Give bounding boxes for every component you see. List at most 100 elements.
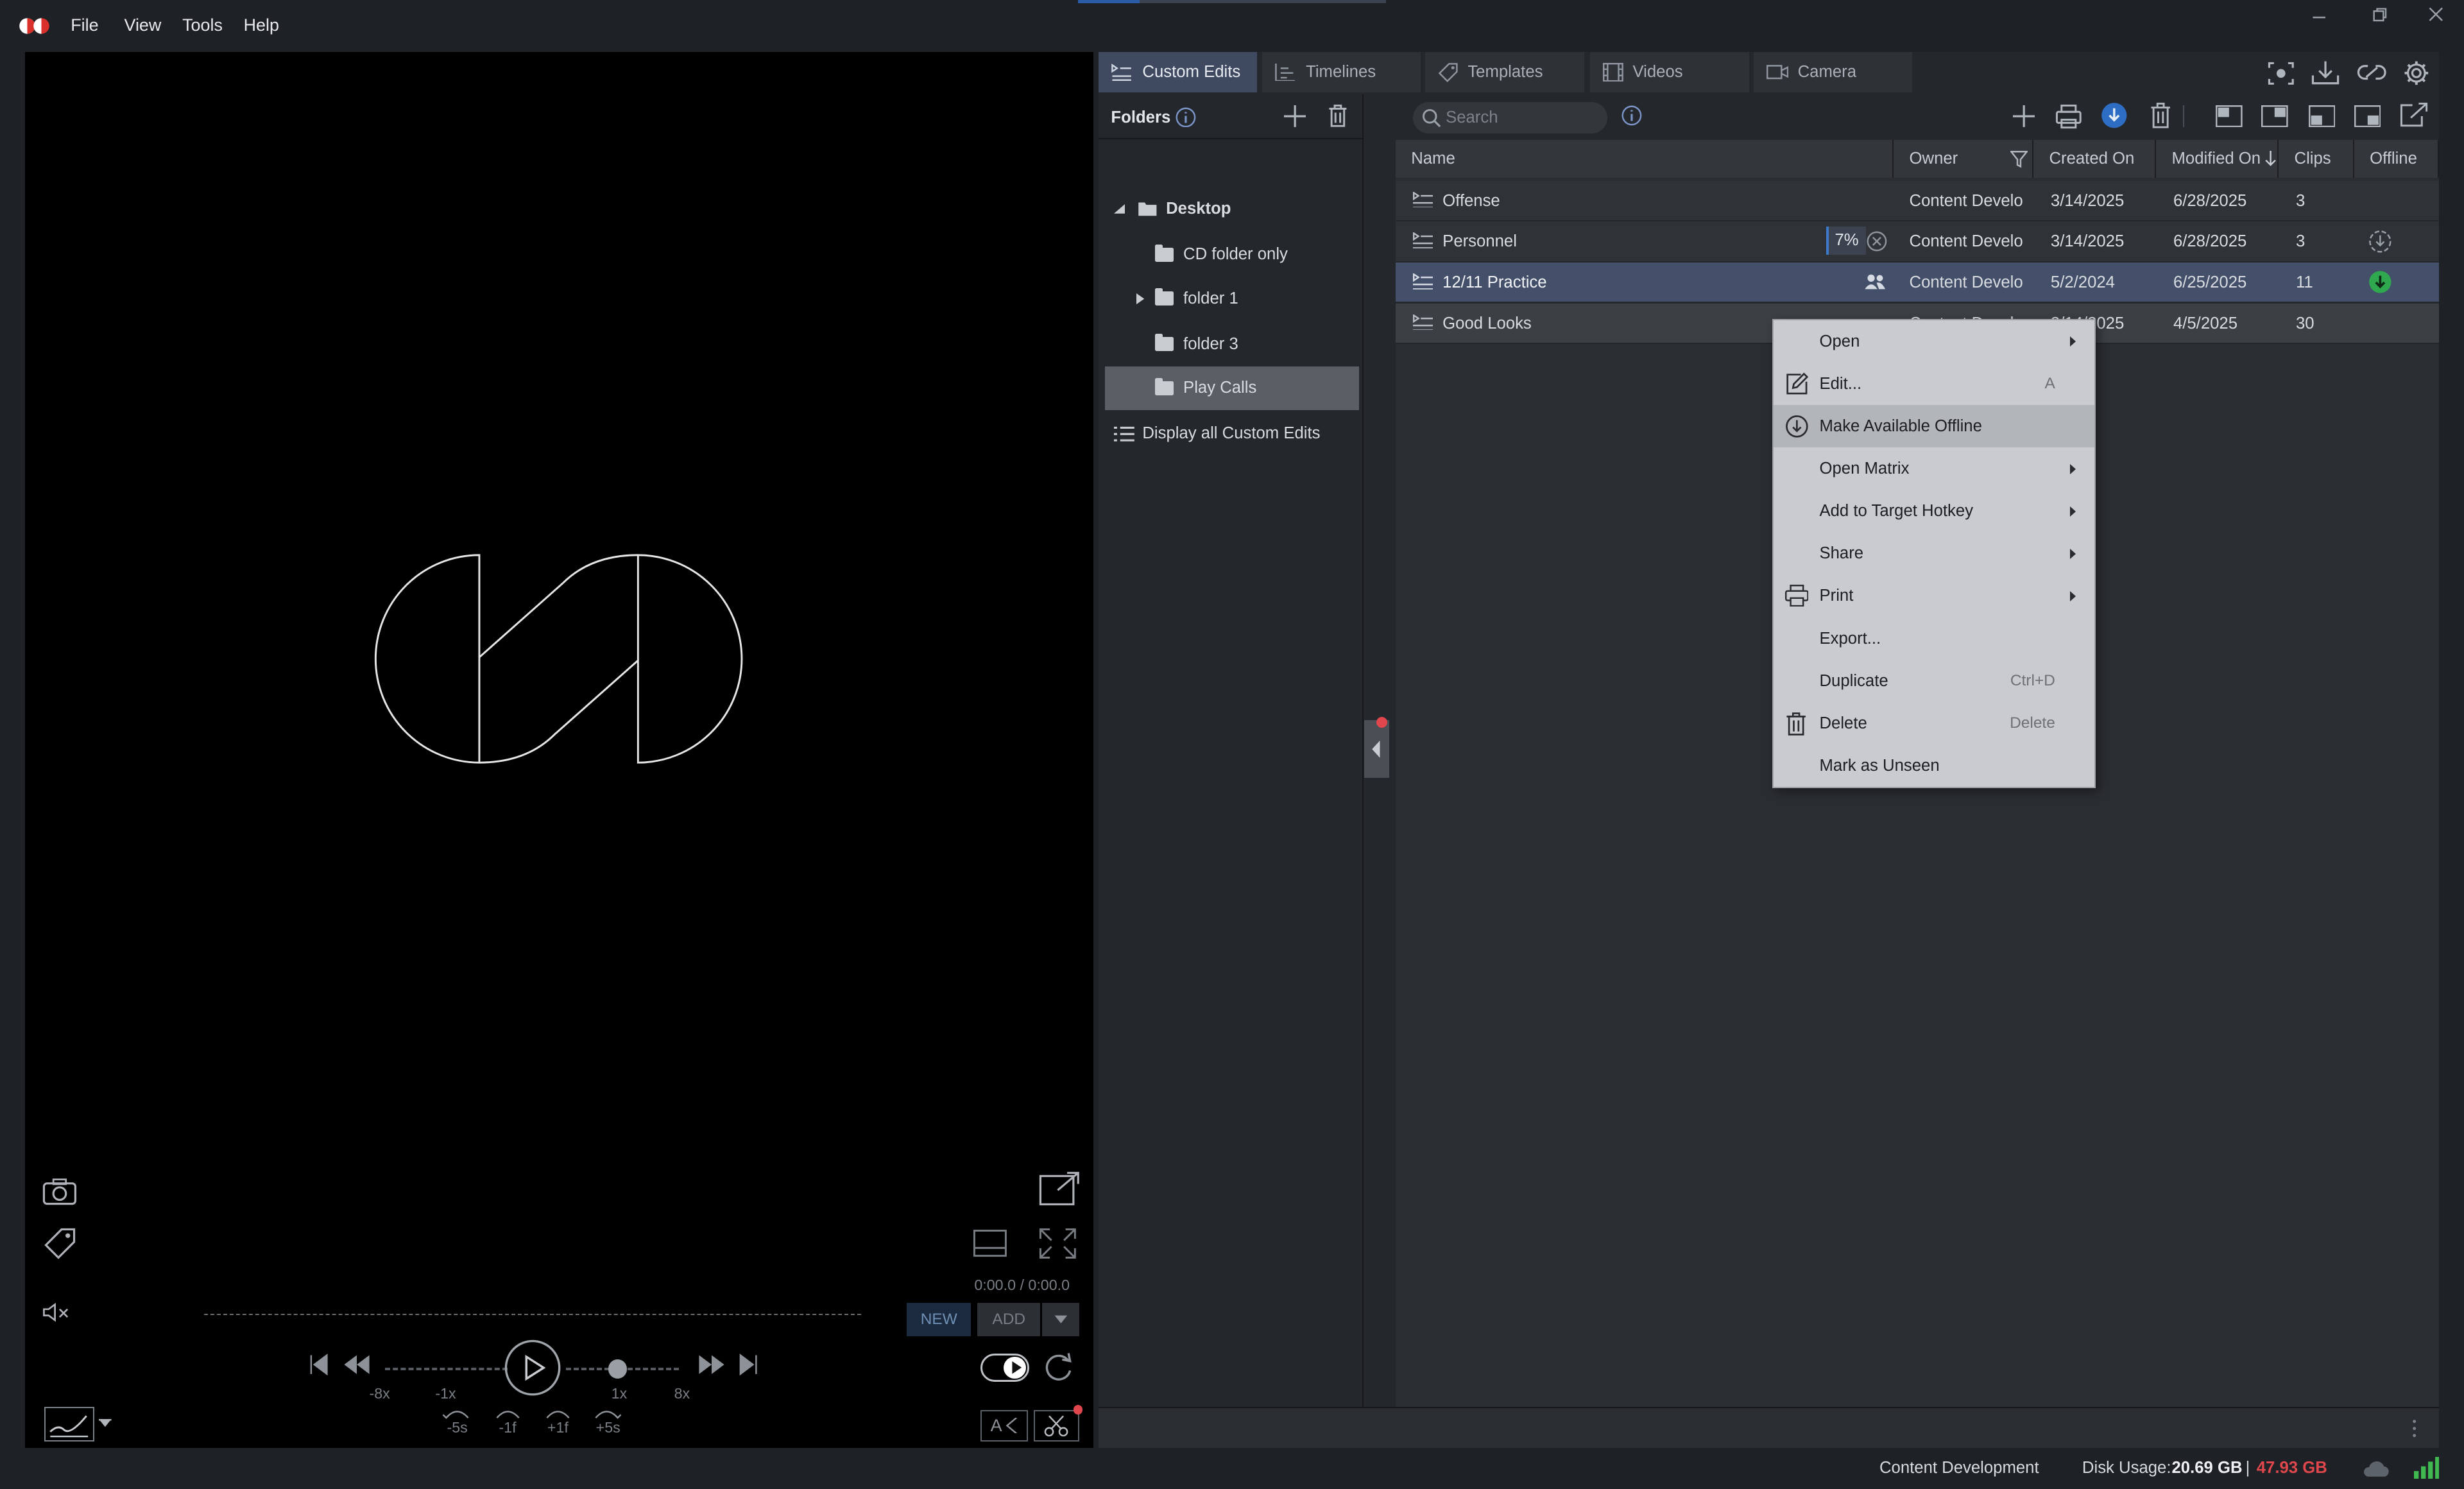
row-owner: Content Development bbox=[1909, 232, 2023, 251]
video-player[interactable]: 0:00.0 / 0:00.0 NEW ADD -8x -1x 1x 8x -5… bbox=[25, 51, 1094, 1448]
text-tool-label: A bbox=[990, 1415, 1002, 1435]
menu-item-export[interactable]: Export... bbox=[1774, 617, 2094, 660]
scissors-icon[interactable] bbox=[1034, 1409, 1080, 1442]
tab-templates[interactable]: Templates bbox=[1425, 51, 1584, 93]
step-back-5s-button[interactable]: -5s bbox=[441, 1407, 473, 1437]
step-forward-frame-button[interactable]: +1f bbox=[542, 1407, 574, 1437]
fullscreen-icon[interactable] bbox=[1039, 1228, 1077, 1259]
add-folder-plus-icon[interactable] bbox=[1283, 105, 1306, 128]
layout-top-left-icon[interactable] bbox=[2216, 105, 2243, 128]
play-button[interactable] bbox=[504, 1339, 561, 1396]
print-icon[interactable] bbox=[2055, 104, 2082, 129]
folder-item-folder-3[interactable]: folder 3 bbox=[1105, 322, 1360, 366]
column-header-clips[interactable]: Clips bbox=[2279, 139, 2354, 178]
menu-item-duplicate[interactable]: Duplicate Ctrl+D bbox=[1774, 660, 2094, 702]
search-icon bbox=[1423, 108, 1441, 128]
speed-slider-handle[interactable] bbox=[608, 1359, 628, 1379]
layout-bottom-right-icon[interactable] bbox=[2354, 105, 2381, 128]
submenu-arrow-icon bbox=[2069, 336, 2076, 347]
delete-folder-trash-icon[interactable] bbox=[1328, 104, 1348, 128]
folder-item-play-calls[interactable]: Play Calls bbox=[1104, 366, 1360, 411]
add-options-dropdown[interactable] bbox=[1041, 1303, 1080, 1336]
search-info-icon[interactable] bbox=[1621, 105, 1642, 126]
layout-bottom-left-icon[interactable] bbox=[2308, 105, 2336, 128]
menu-item-print[interactable]: Print bbox=[1774, 575, 2094, 617]
menu-item-share[interactable]: Share bbox=[1774, 533, 2094, 575]
column-header-modified-on[interactable]: Modified On bbox=[2156, 139, 2279, 178]
timeline-scrubber[interactable] bbox=[204, 1314, 862, 1315]
filter-icon[interactable] bbox=[2010, 151, 2028, 168]
menu-item-edit[interactable]: Edit... A bbox=[1774, 363, 2094, 405]
tab-custom-edits[interactable]: Custom Edits bbox=[1098, 51, 1258, 93]
menu-item-make-available-offline[interactable]: Make Available Offline bbox=[1774, 405, 2095, 448]
reverse-speed-track[interactable] bbox=[384, 1367, 508, 1370]
folder-item-folder-1[interactable]: folder 1 bbox=[1105, 277, 1360, 321]
download-icon[interactable] bbox=[2311, 60, 2340, 85]
offline-available-icon[interactable] bbox=[2368, 270, 2392, 294]
skip-start-icon[interactable] bbox=[308, 1353, 330, 1375]
mute-icon[interactable] bbox=[42, 1303, 74, 1322]
restore-icon[interactable] bbox=[2372, 6, 2387, 22]
custom-edit-icon bbox=[1412, 314, 1433, 331]
layout-toggle-icon[interactable] bbox=[973, 1229, 1007, 1257]
folder-item-cd-folder-only[interactable]: CD folder only bbox=[1105, 232, 1360, 277]
collapse-panel-button[interactable] bbox=[1364, 719, 1389, 779]
column-header-label: Owner bbox=[1909, 149, 1958, 168]
new-custom-edit-plus-icon[interactable] bbox=[2013, 105, 2035, 128]
autoplay-toggle[interactable] bbox=[980, 1353, 1030, 1382]
snapshot-camera-icon[interactable] bbox=[42, 1177, 77, 1205]
menu-item-add-to-target-hotkey[interactable]: Add to Target Hotkey bbox=[1774, 490, 2094, 533]
popout-panel-icon[interactable] bbox=[2400, 102, 2428, 127]
add-clip-button[interactable]: ADD bbox=[977, 1303, 1041, 1336]
rewind-icon[interactable] bbox=[343, 1354, 371, 1375]
delete-trash-icon[interactable] bbox=[2150, 102, 2171, 129]
menu-item-label: Open Matrix bbox=[1819, 460, 1910, 478]
popout-icon[interactable] bbox=[1039, 1171, 1080, 1206]
display-all-custom-edits-link[interactable]: Display all Custom Edits bbox=[1105, 412, 1360, 456]
menu-help[interactable]: Help bbox=[244, 15, 279, 35]
offline-download-icon[interactable] bbox=[2101, 102, 2128, 129]
table-row[interactable]: Offense Content Development 3/14/2025 6/… bbox=[1395, 180, 2439, 221]
column-header-owner[interactable]: Owner bbox=[1894, 139, 2033, 178]
menu-item-delete[interactable]: Delete Delete bbox=[1774, 702, 2094, 744]
skip-end-icon[interactable] bbox=[737, 1353, 759, 1375]
menu-item-open-matrix[interactable]: Open Matrix bbox=[1774, 448, 2094, 490]
screenshot-icon[interactable] bbox=[2268, 62, 2295, 85]
minimize-icon[interactable] bbox=[2311, 6, 2327, 22]
close-icon[interactable] bbox=[2428, 6, 2443, 22]
new-clip-button[interactable]: NEW bbox=[907, 1303, 971, 1336]
tag-icon[interactable] bbox=[44, 1228, 76, 1259]
settings-gear-icon[interactable] bbox=[2403, 60, 2430, 87]
menu-tools[interactable]: Tools bbox=[182, 15, 223, 35]
more-options-icon[interactable] bbox=[2412, 1419, 2417, 1438]
row-name: Good Looks bbox=[1442, 314, 1532, 332]
loop-icon[interactable] bbox=[1043, 1352, 1075, 1383]
column-header-name[interactable]: Name bbox=[1395, 139, 1894, 178]
menu-item-open[interactable]: Open bbox=[1774, 320, 2094, 363]
step-forward-5s-button[interactable]: +5s bbox=[591, 1407, 626, 1437]
fast-forward-icon[interactable] bbox=[697, 1354, 726, 1375]
menu-file[interactable]: File bbox=[71, 15, 98, 35]
table-row[interactable]: Personnel 7% Content Development 3/14/20… bbox=[1395, 221, 2439, 263]
info-icon[interactable] bbox=[1176, 107, 1196, 128]
draw-tool-button[interactable] bbox=[44, 1406, 94, 1442]
tab-camera[interactable]: Camera bbox=[1754, 51, 1913, 93]
layout-top-right-icon[interactable] bbox=[2261, 105, 2288, 128]
table-row[interactable]: 12/11 Practice Content Development 5/2/2… bbox=[1395, 262, 2439, 304]
column-header-created-on[interactable]: Created On bbox=[2033, 139, 2156, 178]
menu-item-mark-as-unseen[interactable]: Mark as Unseen bbox=[1774, 744, 2094, 787]
text-tool-button[interactable]: A bbox=[980, 1409, 1028, 1442]
menu-view[interactable]: View bbox=[124, 15, 161, 35]
draw-options-chevron-down-icon[interactable] bbox=[99, 1419, 112, 1429]
cloud-icon[interactable] bbox=[2362, 1460, 2390, 1477]
tab-videos[interactable]: Videos bbox=[1590, 51, 1749, 93]
link-icon[interactable] bbox=[2357, 63, 2387, 82]
offline-pending-icon[interactable] bbox=[2368, 230, 2392, 254]
folder-item-desktop[interactable]: Desktop bbox=[1105, 187, 1360, 231]
search-input[interactable]: Search bbox=[1412, 102, 1608, 134]
cancel-download-icon[interactable] bbox=[1867, 231, 1887, 252]
column-header-offline[interactable]: Offline bbox=[2354, 139, 2439, 178]
step-back-frame-button[interactable]: -1f bbox=[492, 1407, 524, 1437]
tab-timelines[interactable]: Timelines bbox=[1262, 51, 1421, 93]
menu-item-label: Mark as Unseen bbox=[1819, 756, 1940, 775]
